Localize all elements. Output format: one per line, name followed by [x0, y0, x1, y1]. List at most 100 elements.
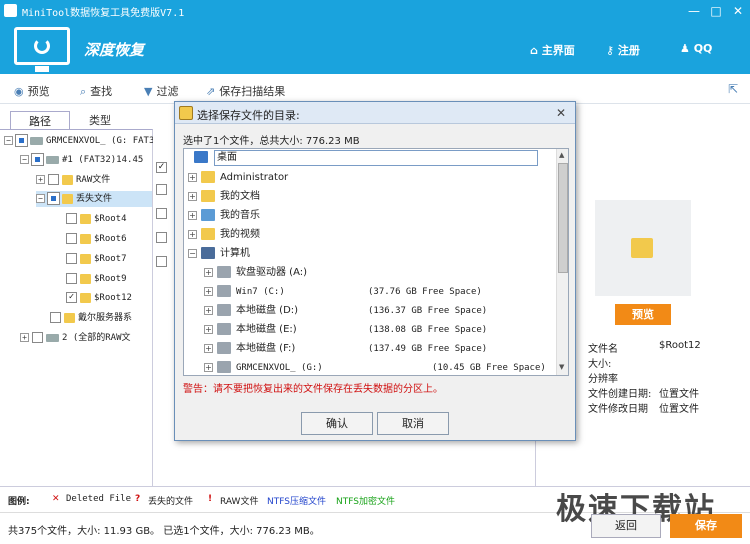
tree-node-root12[interactable]: ✓ $Root12 [66, 290, 132, 306]
title-bar: MiniTool数据恢复工具免费版V7.1 — □ ✕ [0, 0, 750, 22]
status-text: 共375个文件，大小: 11.93 GB。 已选1个文件，大小: 776.23 … [8, 526, 320, 537]
tab-path[interactable]: 路径 [10, 111, 70, 130]
info-label: 文件名 [588, 344, 618, 355]
drive-node[interactable]: + 软盘驱动器 (A:) [204, 264, 544, 282]
folder-tree: 桌面 + Administrator + 我的文档 + 我的音乐 + 我的视频 − 计算机… [183, 148, 569, 376]
tree-node-raw[interactable]: + RAW文件 [36, 172, 110, 188]
dialog-app-icon [179, 106, 193, 120]
tree-node-dell[interactable]: 戴尔服务器系 [50, 310, 132, 326]
minimize-icon[interactable]: — [686, 3, 702, 19]
drive-node[interactable]: + Win7 (C:) (37.76 GB Free Space) [204, 283, 544, 301]
dialog-selection-info: 选中了1个文件，总共大小: 776.23 MB [183, 136, 360, 147]
computer-icon [201, 247, 215, 259]
tree-node-root4[interactable]: $Root4 [66, 211, 127, 227]
tree-node-partition[interactable]: − #1 (FAT32)14.45 [20, 152, 143, 168]
preview-panel-button[interactable]: 预览 [615, 304, 671, 325]
drive-node[interactable]: + GRMCENXVOL_ (G:) (10.45 GB Free Space) [204, 359, 554, 375]
folder-node-desktop[interactable]: 桌面 [186, 149, 538, 167]
search-icon: ⌕ [80, 85, 87, 98]
key-icon: ⚷ [606, 44, 618, 57]
desktop-icon [194, 151, 208, 163]
dialog-title: 选择保存文件的目录: [197, 109, 300, 122]
list-checkbox[interactable] [156, 208, 167, 219]
expand-icon[interactable]: + [20, 333, 29, 342]
export-icon: ⇗ [206, 85, 216, 98]
nav-home[interactable]: ⌂ 主界面 [530, 42, 575, 58]
save-scan-button[interactable]: ⇗ 保存扫描结果 [206, 83, 285, 99]
folder-node[interactable]: + 我的文档 [188, 188, 260, 206]
lost-folder-icon [80, 253, 91, 264]
ok-button[interactable]: 确认 [301, 412, 373, 435]
share-icon[interactable]: ⇱ [728, 82, 738, 96]
tree-node-root9[interactable]: $Root9 [66, 271, 127, 287]
drive-node[interactable]: + 本地磁盘 (D:) (136.37 GB Free Space) [204, 302, 544, 320]
music-icon [201, 209, 215, 221]
expand-icon[interactable]: + [36, 175, 45, 184]
list-checkbox[interactable] [156, 232, 167, 243]
file-tree: − GRMCENXVOL_ (G: FAT32) − #1 (FAT32)14.45… [0, 129, 165, 486]
tree-node-root6[interactable]: $Root6 [66, 231, 127, 247]
info-label: 大小: [588, 359, 612, 370]
info-value: $Root12 [659, 340, 701, 351]
tab-type[interactable]: 类型 [70, 111, 130, 130]
preview-button[interactable]: ◉ 预览 [14, 83, 50, 99]
scroll-down-icon[interactable]: ▼ [559, 363, 564, 371]
drive-node[interactable]: + 本地磁盘 (E:) (138.08 GB Free Space) [204, 321, 544, 339]
find-button[interactable]: ⌕ 查找 [80, 83, 112, 99]
legend-ntfs-encrypted: NTFS加密文件 [336, 497, 395, 507]
app-icon [4, 4, 17, 17]
folder-tree-scrollbar[interactable]: ▲ ▼ [556, 149, 568, 375]
filter-button[interactable]: ▼ 过滤 [144, 83, 178, 99]
lost-folder-icon [80, 213, 91, 224]
folder-node[interactable]: + 我的视频 [188, 226, 260, 244]
info-label: 文件修改日期 [588, 404, 648, 415]
home-icon: ⌂ [530, 44, 542, 57]
list-checkbox[interactable] [156, 256, 167, 267]
scroll-up-icon[interactable]: ▲ [559, 151, 564, 159]
maximize-icon[interactable]: □ [708, 3, 724, 19]
nav-register[interactable]: ⚷ 注册 [606, 42, 640, 58]
folder-icon [631, 238, 653, 258]
lost-folder-icon [62, 193, 73, 204]
documents-icon [201, 190, 215, 202]
tree-node-raw-all[interactable]: +2 (全部的RAW文 [20, 330, 131, 346]
list-checkbox[interactable] [156, 184, 167, 195]
disk-icon [217, 323, 231, 335]
folder-node[interactable]: + 我的音乐 [188, 207, 260, 225]
tree-node-lost[interactable]: − 丢失文件 [36, 191, 152, 207]
cancel-button[interactable]: 取消 [377, 412, 449, 435]
scroll-thumb[interactable] [558, 163, 568, 273]
monitor-logo-icon [14, 27, 70, 72]
tree-node-drive[interactable]: − GRMCENXVOL_ (G: FAT32) [4, 133, 165, 149]
lost-folder-icon [80, 233, 91, 244]
collapse-icon[interactable]: − [4, 136, 13, 145]
tree-node-root7[interactable]: $Root7 [66, 251, 127, 267]
partition-icon [46, 155, 59, 164]
lost-folder-icon [80, 273, 91, 284]
header: 深度恢复 ⌂ 主界面 ⚷ 注册 ♟ QQ [0, 22, 750, 74]
folder-node[interactable]: + Administrator [188, 169, 288, 187]
left-tabs: 路径 类型 [0, 111, 153, 130]
raw-icon: ! [208, 494, 213, 504]
desktop-selected[interactable]: 桌面 [214, 150, 538, 166]
info-label: 分辨率 [588, 374, 618, 385]
window-title: MiniTool数据恢复工具免费版V7.1 [22, 8, 185, 19]
qq-icon: ♟ [680, 42, 694, 55]
collapse-icon[interactable]: − [20, 155, 29, 164]
folder-node-computer[interactable]: − 计算机 [188, 245, 250, 263]
close-icon[interactable]: ✕ [730, 3, 746, 19]
eye-icon: ◉ [14, 85, 24, 98]
info-label: 文件创建日期: [588, 389, 652, 400]
nav-qq[interactable]: ♟ QQ [680, 42, 712, 55]
list-checkbox[interactable]: ✓ [156, 162, 167, 173]
back-button[interactable]: 返回 [591, 514, 661, 538]
legend-title: 图例: [8, 497, 30, 507]
drive-node[interactable]: + 本地磁盘 (F:) (137.49 GB Free Space) [204, 340, 544, 358]
save-button[interactable]: 保存 [670, 514, 742, 538]
dialog-warning: 警告：请不要把恢复出来的文件保存在丢失数据的分区上。 [183, 384, 443, 395]
disk-icon [217, 361, 231, 373]
toolbar: ◉ 预览 ⌕ 查找 ▼ 过滤 ⇗ 保存扫描结果 ⇱ [0, 74, 750, 104]
collapse-icon[interactable]: − [36, 194, 45, 203]
dialog-close-icon[interactable]: ✕ [553, 105, 569, 121]
info-value: 位置文件 [659, 389, 699, 400]
